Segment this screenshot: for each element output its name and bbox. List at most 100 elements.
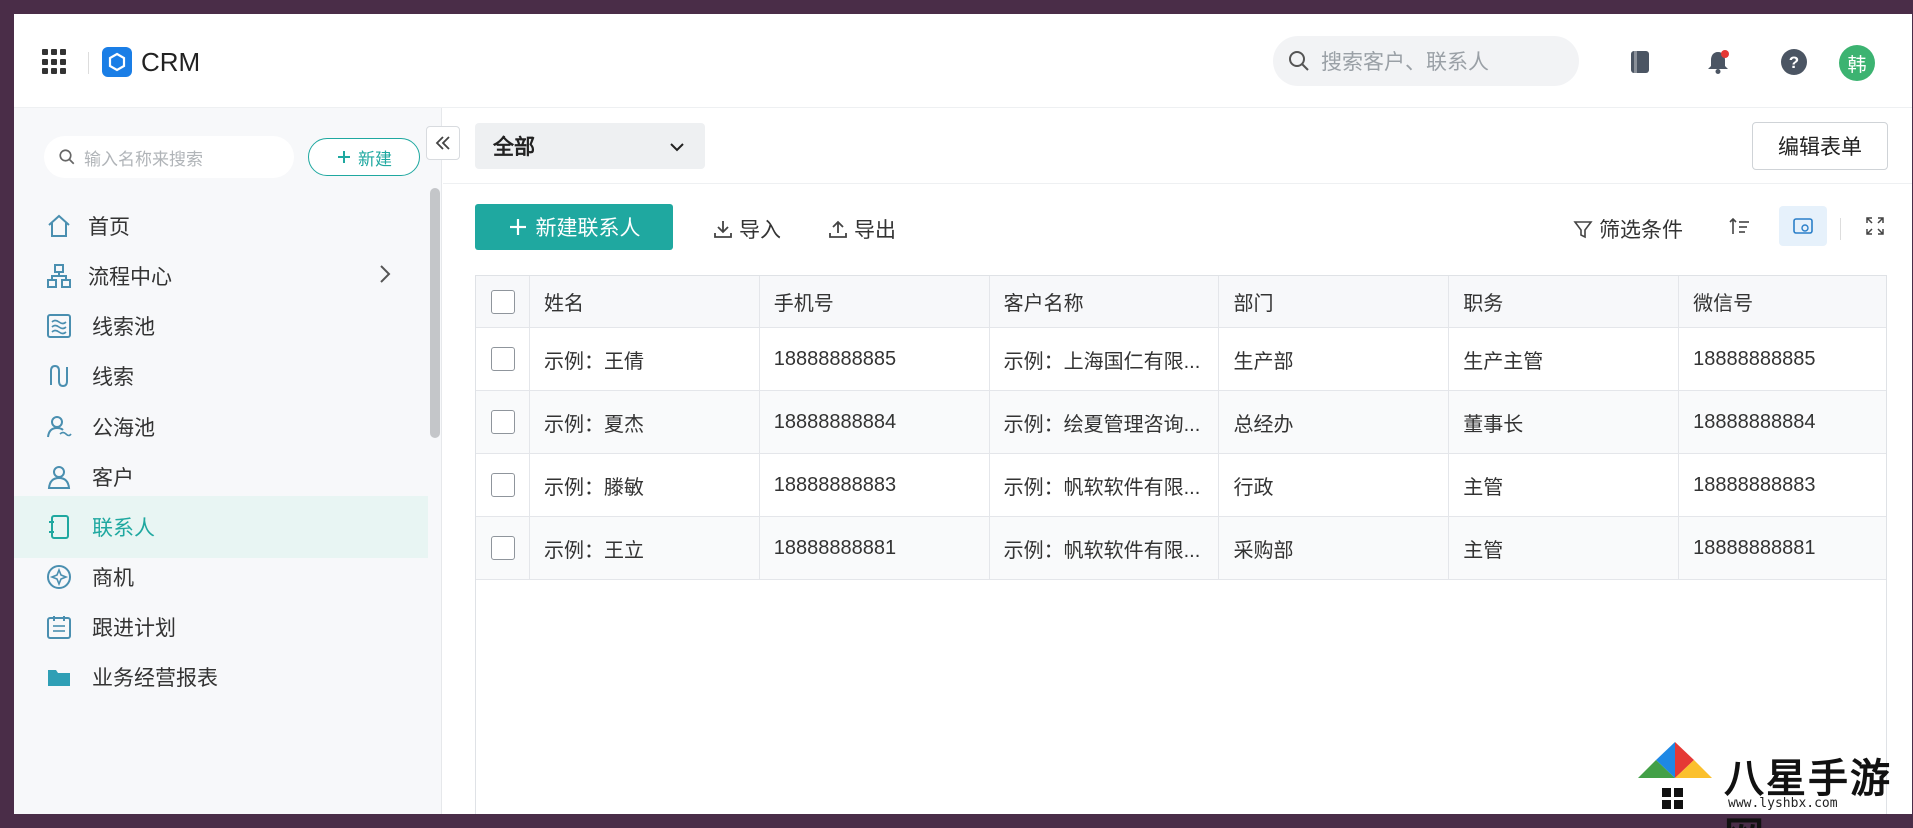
user-avatar[interactable]: 韩 xyxy=(1839,45,1875,81)
svg-text:?: ? xyxy=(1789,53,1799,72)
flow-icon xyxy=(44,261,74,291)
row-checkbox[interactable] xyxy=(491,410,515,434)
table-cell: 总经办 xyxy=(1219,391,1450,453)
app-grid-icon[interactable] xyxy=(42,49,68,75)
view-select-value: 全部 xyxy=(493,136,535,159)
sidebar-item-label: 公海池 xyxy=(92,417,155,440)
export-button[interactable]: 导出 xyxy=(828,214,896,244)
table-right-border xyxy=(1886,275,1887,814)
crm-window: CRM 搜索客户、联系人 ? 韩 输入名称来搜索 新建 首页 流程中心 线索池 … xyxy=(14,14,1912,814)
sidebar-scrollbar[interactable] xyxy=(430,188,440,438)
search-icon xyxy=(59,149,75,165)
sidebar-new-button[interactable]: 新建 xyxy=(308,138,420,176)
table-cell: 18888888883 xyxy=(760,454,990,516)
plus-icon xyxy=(509,219,526,235)
toolbar-divider xyxy=(1840,218,1841,240)
search-icon xyxy=(1289,51,1309,71)
view-select[interactable]: 全部 xyxy=(475,123,705,169)
download-icon xyxy=(714,221,732,238)
opportunity-icon xyxy=(44,562,74,592)
table-cell: 示例：绘夏管理咨询... xyxy=(990,391,1220,453)
view-mode-icon[interactable] xyxy=(1779,206,1827,246)
sidebar-item-label: 跟进计划 xyxy=(92,617,176,640)
select-all-checkbox[interactable] xyxy=(491,289,515,314)
sidebar-item-label: 流程中心 xyxy=(88,266,172,289)
column-header[interactable]: 客户名称 xyxy=(990,276,1220,327)
global-search-input[interactable]: 搜索客户、联系人 xyxy=(1273,36,1579,86)
upload-icon xyxy=(829,220,847,238)
customer-icon xyxy=(44,462,74,492)
top-bar: CRM 搜索客户、联系人 ? 韩 xyxy=(14,14,1912,108)
home-icon xyxy=(44,211,74,241)
sidebar-item-label: 业务经营报表 xyxy=(92,667,218,690)
row-checkbox-cell xyxy=(476,328,530,390)
chevron-down-icon xyxy=(669,137,685,161)
table-cell: 18888888884 xyxy=(1679,391,1887,453)
column-header[interactable]: 部门 xyxy=(1219,276,1450,327)
column-header[interactable]: 姓名 xyxy=(530,276,760,327)
row-checkbox[interactable] xyxy=(491,347,515,371)
filter-button[interactable]: 筛选条件 xyxy=(1573,214,1683,244)
column-header[interactable]: 职务 xyxy=(1449,276,1680,327)
plan-icon xyxy=(44,612,74,642)
public-pool-icon xyxy=(44,412,74,442)
table-cell: 示例：帆软软件有限... xyxy=(990,517,1220,579)
sidebar-item-label: 线索池 xyxy=(92,316,155,339)
watermark-text: 八星手游网 xyxy=(1724,756,1892,828)
import-label: 导入 xyxy=(739,219,781,242)
new-contact-label: 新建联系人 xyxy=(535,217,641,240)
watermark: 八星手游网 www.lyshbx.com xyxy=(1632,738,1902,828)
import-button[interactable]: 导入 xyxy=(713,214,781,244)
sidebar-item-label: 联系人 xyxy=(92,517,155,540)
table-cell: 示例：上海国仁有限... xyxy=(990,328,1220,390)
sidebar: 输入名称来搜索 新建 首页 流程中心 线索池 线索 公海池 客户 联系人 商机 … xyxy=(14,108,442,814)
sidebar-item-label: 线索 xyxy=(92,366,134,389)
new-contact-button[interactable]: 新建联系人 xyxy=(475,204,673,250)
view-filter-bar: 全部 编辑表单 xyxy=(443,108,1912,184)
column-header[interactable]: 手机号 xyxy=(760,276,990,327)
watermark-logo-icon xyxy=(1638,742,1712,812)
double-chevron-left-icon xyxy=(435,136,450,150)
sort-icon[interactable] xyxy=(1723,210,1755,242)
table-cell: 18888888881 xyxy=(1679,517,1887,579)
chevron-right-icon xyxy=(378,264,392,289)
row-checkbox-cell xyxy=(476,391,530,453)
table-cell: 生产主管 xyxy=(1449,328,1680,390)
column-header[interactable]: 微信号 xyxy=(1679,276,1887,327)
filter-label: 筛选条件 xyxy=(1599,219,1683,242)
table-row[interactable]: 示例：王倩 18888888885 示例：上海国仁有限... 生产部 生产主管 … xyxy=(476,328,1887,391)
table-row[interactable]: 示例：王立 18888888881 示例：帆软软件有限... 采购部 主管 18… xyxy=(476,517,1887,580)
sidebar-search-input[interactable]: 输入名称来搜索 xyxy=(44,136,294,178)
collapse-sidebar-button[interactable] xyxy=(426,126,460,160)
row-checkbox-cell xyxy=(476,454,530,516)
notebook-icon[interactable] xyxy=(1626,48,1654,76)
edit-form-button[interactable]: 编辑表单 xyxy=(1752,122,1888,170)
help-icon[interactable]: ? xyxy=(1780,48,1808,76)
row-checkbox[interactable] xyxy=(491,473,515,497)
sidebar-item-label: 商机 xyxy=(92,567,134,590)
row-checkbox[interactable] xyxy=(491,536,515,560)
bell-icon[interactable] xyxy=(1704,48,1732,76)
contact-icon xyxy=(44,512,74,542)
fullscreen-icon[interactable] xyxy=(1859,210,1891,242)
export-label: 导出 xyxy=(854,219,896,242)
table-cell: 生产部 xyxy=(1219,328,1450,390)
table-row[interactable]: 示例：滕敏 18888888883 示例：帆软软件有限... 行政 主管 188… xyxy=(476,454,1887,517)
table-cell: 示例：王立 xyxy=(530,517,760,579)
folder-icon xyxy=(44,662,74,692)
sidebar-item-business-report[interactable]: 业务经营报表 xyxy=(14,646,428,708)
header-checkbox-cell xyxy=(476,276,530,327)
table-cell: 18888888885 xyxy=(760,328,990,390)
table-cell: 主管 xyxy=(1449,517,1680,579)
table-cell: 18888888884 xyxy=(760,391,990,453)
table-cell: 主管 xyxy=(1449,454,1680,516)
plus-icon xyxy=(338,151,350,163)
filter-icon xyxy=(1573,221,1593,239)
main-panel: 全部 编辑表单 新建联系人 导入 导出 筛选条件 姓名 手机号 客户名称 部门 … xyxy=(443,108,1912,814)
table-cell: 示例：王倩 xyxy=(530,328,760,390)
table-row[interactable]: 示例：夏杰 18888888884 示例：绘夏管理咨询... 总经办 董事长 1… xyxy=(476,391,1887,454)
lead-icon xyxy=(44,361,74,391)
header-divider xyxy=(88,52,89,74)
table-cell: 董事长 xyxy=(1449,391,1680,453)
contacts-table: 姓名 手机号 客户名称 部门 职务 微信号 示例：王倩 18888888885 … xyxy=(475,275,1887,580)
